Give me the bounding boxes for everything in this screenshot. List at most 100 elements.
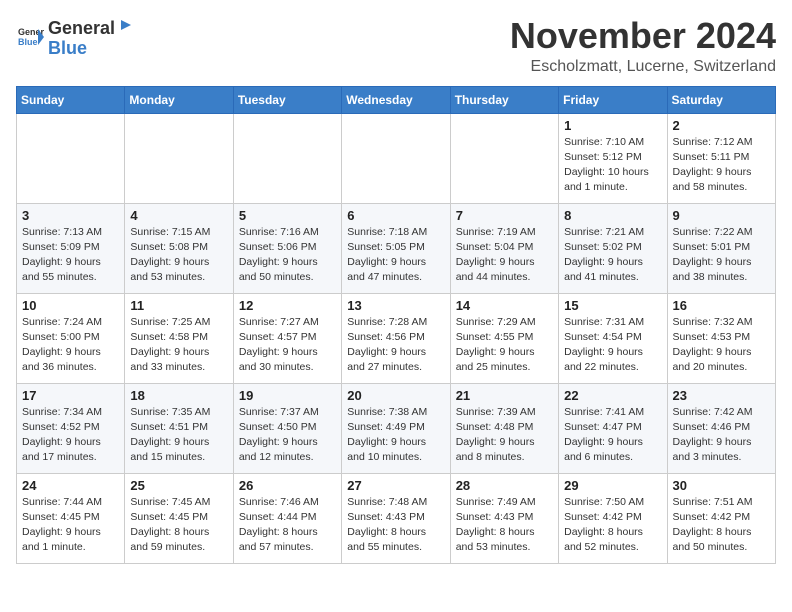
day-number: 17 [22, 388, 119, 403]
day-number: 12 [239, 298, 336, 313]
day-number: 26 [239, 478, 336, 493]
day-info: Sunrise: 7:10 AM Sunset: 5:12 PM Dayligh… [564, 135, 661, 196]
day-info: Sunrise: 7:34 AM Sunset: 4:52 PM Dayligh… [22, 405, 119, 466]
calendar-empty-cell [450, 113, 558, 203]
calendar-day-cell: 20Sunrise: 7:38 AM Sunset: 4:49 PM Dayli… [342, 383, 450, 473]
day-info: Sunrise: 7:28 AM Sunset: 4:56 PM Dayligh… [347, 315, 444, 376]
day-info: Sunrise: 7:49 AM Sunset: 4:43 PM Dayligh… [456, 495, 553, 556]
calendar-day-cell: 30 Sunrise: 7:51 AM Sunset: 4:42 PM Dayli… [667, 473, 775, 563]
calendar-day-cell: 26 Sunrise: 7:46 AM Sunset: 4:44 PM Dayli… [233, 473, 341, 563]
day-info: Sunrise: 7:15 AM Sunset: 5:08 PM Dayligh… [130, 225, 227, 286]
day-info: Sunrise: 7:51 AM Sunset: 4:42 PM Dayligh… [673, 495, 770, 556]
calendar-day-cell: 5 Sunrise: 7:16 AM Sunset: 5:06 PM Daylig… [233, 203, 341, 293]
calendar-week-row: 3Sunrise: 7:13 AM Sunset: 5:09 PM Daylig… [17, 203, 776, 293]
calendar-day-cell: 4Sunrise: 7:15 AM Sunset: 5:08 PM Daylig… [125, 203, 233, 293]
logo-icon: General Blue [16, 23, 44, 51]
logo-blue-text: Blue [48, 38, 87, 58]
title-area: November 2024 Escholzmatt, Lucerne, Swit… [510, 16, 776, 76]
day-number: 10 [22, 298, 119, 313]
calendar-day-cell: 7Sunrise: 7:19 AM Sunset: 5:04 PM Daylig… [450, 203, 558, 293]
weekday-header: Thursday [450, 86, 558, 113]
calendar-week-row: 24 Sunrise: 7:44 AM Sunset: 4:45 PM Dayli… [17, 473, 776, 563]
day-number: 9 [673, 208, 770, 223]
day-number: 6 [347, 208, 444, 223]
calendar-empty-cell [233, 113, 341, 203]
calendar-day-cell: 23Sunrise: 7:42 AM Sunset: 4:46 PM Dayli… [667, 383, 775, 473]
calendar-day-cell: 21 Sunrise: 7:39 AM Sunset: 4:48 PM Dayli… [450, 383, 558, 473]
day-number: 24 [22, 478, 119, 493]
calendar-empty-cell [17, 113, 125, 203]
day-number: 22 [564, 388, 661, 403]
calendar-day-cell: 28 Sunrise: 7:49 AM Sunset: 4:43 PM Dayli… [450, 473, 558, 563]
calendar-day-cell: 13 Sunrise: 7:28 AM Sunset: 4:56 PM Dayli… [342, 293, 450, 383]
calendar-empty-cell [342, 113, 450, 203]
day-info: Sunrise: 7:37 AM Sunset: 4:50 PM Dayligh… [239, 405, 336, 466]
day-number: 27 [347, 478, 444, 493]
day-info: Sunrise: 7:44 AM Sunset: 4:45 PM Dayligh… [22, 495, 119, 556]
day-info: Sunrise: 7:45 AM Sunset: 4:45 PM Dayligh… [130, 495, 227, 556]
weekday-header: Friday [559, 86, 667, 113]
day-number: 18 [130, 388, 227, 403]
day-number: 29 [564, 478, 661, 493]
day-number: 30 [673, 478, 770, 493]
day-info: Sunrise: 7:24 AM Sunset: 5:00 PM Dayligh… [22, 315, 119, 376]
day-info: Sunrise: 7:25 AM Sunset: 4:58 PM Dayligh… [130, 315, 227, 376]
day-info: Sunrise: 7:32 AM Sunset: 4:53 PM Dayligh… [673, 315, 770, 376]
day-number: 8 [564, 208, 661, 223]
calendar-day-cell: 14 Sunrise: 7:29 AM Sunset: 4:55 PM Dayli… [450, 293, 558, 383]
day-info: Sunrise: 7:41 AM Sunset: 4:47 PM Dayligh… [564, 405, 661, 466]
day-info: Sunrise: 7:39 AM Sunset: 4:48 PM Dayligh… [456, 405, 553, 466]
day-info: Sunrise: 7:21 AM Sunset: 5:02 PM Dayligh… [564, 225, 661, 286]
svg-text:Blue: Blue [18, 37, 38, 47]
day-number: 14 [456, 298, 553, 313]
calendar-week-row: 17 Sunrise: 7:34 AM Sunset: 4:52 PM Dayli… [17, 383, 776, 473]
logo: General Blue General Blue [16, 16, 137, 59]
day-number: 13 [347, 298, 444, 313]
calendar-day-cell: 1 Sunrise: 7:10 AM Sunset: 5:12 PM Daylig… [559, 113, 667, 203]
weekday-header: Tuesday [233, 86, 341, 113]
day-number: 15 [564, 298, 661, 313]
weekday-header: Monday [125, 86, 233, 113]
day-info: Sunrise: 7:18 AM Sunset: 5:05 PM Dayligh… [347, 225, 444, 286]
day-info: Sunrise: 7:29 AM Sunset: 4:55 PM Dayligh… [456, 315, 553, 376]
day-number: 25 [130, 478, 227, 493]
calendar-day-cell: 25 Sunrise: 7:45 AM Sunset: 4:45 PM Dayli… [125, 473, 233, 563]
day-info: Sunrise: 7:16 AM Sunset: 5:06 PM Dayligh… [239, 225, 336, 286]
logo-general-text: General [48, 19, 115, 39]
calendar-week-row: 1 Sunrise: 7:10 AM Sunset: 5:12 PM Daylig… [17, 113, 776, 203]
day-number: 5 [239, 208, 336, 223]
calendar-header-row: SundayMondayTuesdayWednesdayThursdayFrid… [17, 86, 776, 113]
day-info: Sunrise: 7:46 AM Sunset: 4:44 PM Dayligh… [239, 495, 336, 556]
weekday-header: Saturday [667, 86, 775, 113]
calendar-day-cell: 11 Sunrise: 7:25 AM Sunset: 4:58 PM Dayli… [125, 293, 233, 383]
calendar-day-cell: 29 Sunrise: 7:50 AM Sunset: 4:42 PM Dayli… [559, 473, 667, 563]
calendar-day-cell: 22 Sunrise: 7:41 AM Sunset: 4:47 PM Dayli… [559, 383, 667, 473]
day-info: Sunrise: 7:13 AM Sunset: 5:09 PM Dayligh… [22, 225, 119, 286]
day-number: 21 [456, 388, 553, 403]
calendar-day-cell: 24 Sunrise: 7:44 AM Sunset: 4:45 PM Dayli… [17, 473, 125, 563]
month-title: November 2024 [510, 16, 776, 56]
calendar-day-cell: 8 Sunrise: 7:21 AM Sunset: 5:02 PM Daylig… [559, 203, 667, 293]
day-number: 11 [130, 298, 227, 313]
calendar-day-cell: 10 Sunrise: 7:24 AM Sunset: 5:00 PM Dayli… [17, 293, 125, 383]
day-info: Sunrise: 7:48 AM Sunset: 4:43 PM Dayligh… [347, 495, 444, 556]
day-info: Sunrise: 7:31 AM Sunset: 4:54 PM Dayligh… [564, 315, 661, 376]
logo-arrow-icon [117, 16, 135, 34]
header: General Blue General Blue November 2024 … [16, 16, 776, 76]
weekday-header: Wednesday [342, 86, 450, 113]
calendar-day-cell: 3Sunrise: 7:13 AM Sunset: 5:09 PM Daylig… [17, 203, 125, 293]
calendar-day-cell: 17 Sunrise: 7:34 AM Sunset: 4:52 PM Dayli… [17, 383, 125, 473]
day-number: 28 [456, 478, 553, 493]
day-number: 23 [673, 388, 770, 403]
day-number: 16 [673, 298, 770, 313]
day-number: 1 [564, 118, 661, 133]
day-info: Sunrise: 7:35 AM Sunset: 4:51 PM Dayligh… [130, 405, 227, 466]
calendar-day-cell: 19 Sunrise: 7:37 AM Sunset: 4:50 PM Dayli… [233, 383, 341, 473]
calendar-day-cell: 2Sunrise: 7:12 AM Sunset: 5:11 PM Daylig… [667, 113, 775, 203]
day-info: Sunrise: 7:50 AM Sunset: 4:42 PM Dayligh… [564, 495, 661, 556]
day-info: Sunrise: 7:19 AM Sunset: 5:04 PM Dayligh… [456, 225, 553, 286]
day-info: Sunrise: 7:38 AM Sunset: 4:49 PM Dayligh… [347, 405, 444, 466]
calendar-empty-cell [125, 113, 233, 203]
day-number: 19 [239, 388, 336, 403]
calendar-day-cell: 6 Sunrise: 7:18 AM Sunset: 5:05 PM Daylig… [342, 203, 450, 293]
